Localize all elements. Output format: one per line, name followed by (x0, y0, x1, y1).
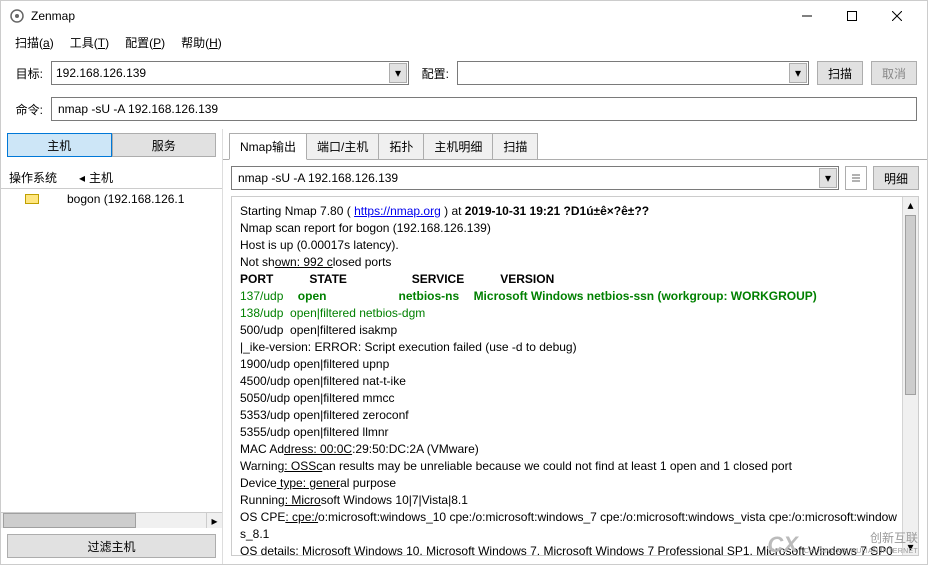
output-vscrollbar[interactable]: ▴ ▾ (902, 197, 918, 555)
details-button[interactable]: 明细 (873, 166, 919, 190)
col-os[interactable]: 操作系统 (9, 169, 57, 186)
sort-arrow-icon: ◂ (79, 171, 85, 185)
menu-scan[interactable]: 扫描(a) (9, 32, 60, 53)
menubar: 扫描(a) 工具(T) 配置(P) 帮助(H) (1, 31, 927, 53)
profile-input[interactable] (457, 61, 809, 85)
minimize-button[interactable] (784, 1, 829, 31)
maximize-button[interactable] (829, 1, 874, 31)
scrollbar-thumb[interactable] (905, 215, 916, 395)
command-row: 命令: (1, 93, 927, 129)
toolbar: 目标: ▾ 配置: ▾ 扫描 取消 (1, 53, 927, 93)
menu-profile[interactable]: 配置(P) (119, 32, 171, 53)
profile-dropdown-arrow[interactable]: ▾ (789, 63, 807, 83)
output-select-arrow[interactable]: ▾ (819, 168, 837, 188)
left-pane: 主机 服务 操作系统 ◂ 主机 bogon (192.168.126.1 ▸ 过滤… (1, 129, 223, 564)
tab-ports-hosts[interactable]: 端口/主机 (306, 133, 379, 160)
cancel-button[interactable]: 取消 (871, 61, 917, 85)
menu-help[interactable]: 帮助(H) (175, 32, 228, 53)
host-label: bogon (192.168.126.1 (67, 192, 184, 206)
window-title: Zenmap (31, 9, 784, 23)
tab-topology[interactable]: 拓扑 (378, 133, 424, 160)
close-button[interactable] (874, 1, 919, 31)
filter-hosts-button[interactable]: 过滤主机 (7, 534, 216, 558)
right-pane: Nmap输出 端口/主机 拓扑 主机明细 扫描 ▾ 明细 Starting Nm… (223, 129, 927, 564)
target-label: 目标: (11, 65, 43, 82)
watermark: CX 创新互联 CHUANGXIN HULIAN INTERNET (767, 531, 918, 559)
scroll-right-arrow[interactable]: ▸ (206, 513, 222, 528)
services-tab-button[interactable]: 服务 (112, 133, 217, 157)
output-scan-select[interactable] (231, 166, 839, 190)
tab-scans[interactable]: 扫描 (492, 133, 538, 160)
titlebar: Zenmap (1, 1, 927, 31)
tab-nmap-output[interactable]: Nmap输出 (229, 133, 307, 160)
menu-tools[interactable]: 工具(T) (64, 32, 115, 53)
profile-label: 配置: (417, 65, 449, 82)
output-control-row: ▾ 明细 (223, 160, 927, 196)
output-options-button[interactable] (845, 166, 867, 190)
target-input[interactable] (51, 61, 409, 85)
app-icon (9, 8, 25, 24)
output-text[interactable]: Starting Nmap 7.80 ( https://nmap.org ) … (232, 197, 918, 556)
host-list-header: 操作系统 ◂ 主机 (1, 167, 222, 189)
list-item[interactable]: bogon (192.168.126.1 (1, 189, 222, 209)
host-list: bogon (192.168.126.1 (1, 189, 222, 512)
command-input[interactable] (51, 97, 917, 121)
host-list-hscrollbar[interactable]: ▸ (1, 512, 222, 528)
nmap-link[interactable]: https://nmap.org (354, 204, 441, 218)
col-host[interactable]: 主机 (89, 169, 113, 186)
scroll-up-arrow[interactable]: ▴ (903, 197, 918, 213)
main: 主机 服务 操作系统 ◂ 主机 bogon (192.168.126.1 ▸ 过滤… (1, 129, 927, 564)
host-os-icon (25, 194, 39, 204)
watermark-logo-icon: CX (767, 538, 798, 552)
tabs: Nmap输出 端口/主机 拓扑 主机明细 扫描 (223, 129, 927, 160)
scan-button[interactable]: 扫描 (817, 61, 863, 85)
tab-host-details[interactable]: 主机明细 (423, 133, 493, 160)
nmap-output: Starting Nmap 7.80 ( https://nmap.org ) … (231, 196, 919, 556)
scrollbar-thumb[interactable] (3, 513, 136, 528)
command-label: 命令: (11, 101, 43, 118)
hosts-tab-button[interactable]: 主机 (7, 133, 112, 157)
target-dropdown-arrow[interactable]: ▾ (389, 63, 407, 83)
